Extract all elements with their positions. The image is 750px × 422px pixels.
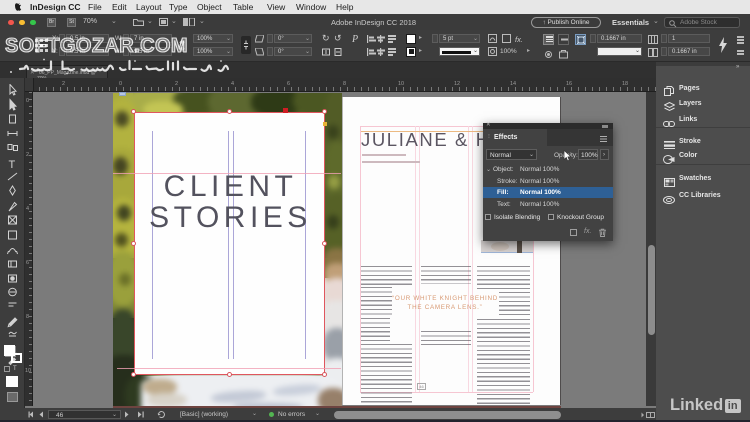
svg-text:T: T [9, 159, 16, 171]
